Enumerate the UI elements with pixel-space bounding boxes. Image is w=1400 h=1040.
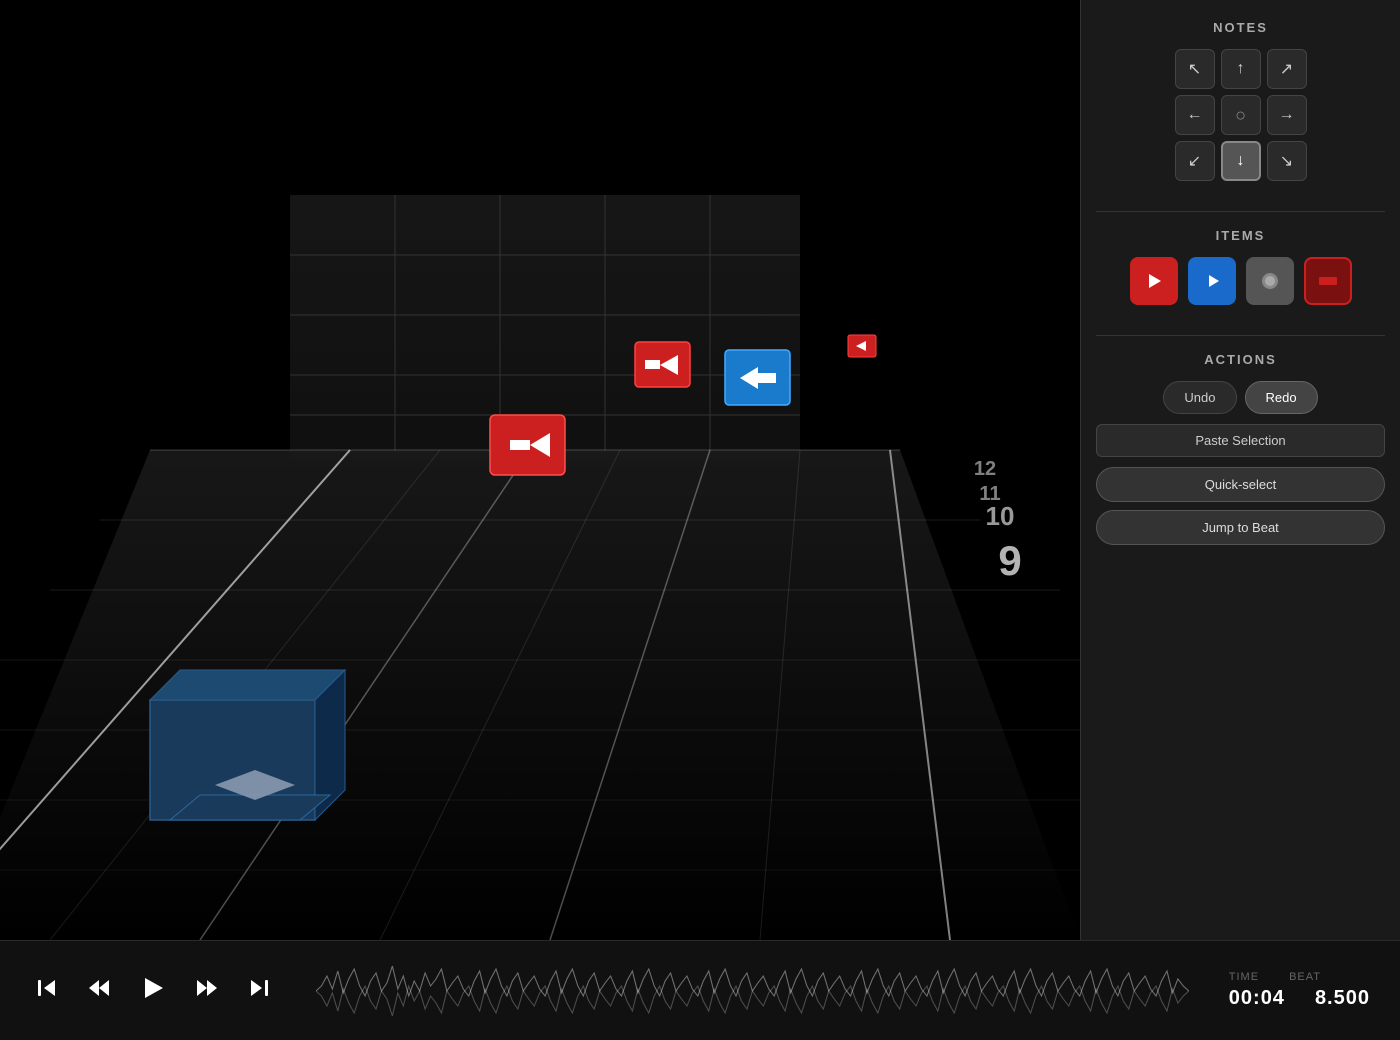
waveform-svg: // Inline waveform generation: [316, 961, 1189, 1021]
undo-button[interactable]: Undo: [1163, 381, 1236, 414]
note-btn-top-center[interactable]: ↑: [1221, 49, 1261, 89]
paste-selection-button[interactable]: Paste Selection: [1096, 424, 1385, 457]
right-panel: NOTES ↖ ↑ ↗ ← ○ → ↙ ↓ ↘ ITEMS ACTIO: [1080, 0, 1400, 940]
skip-back-button[interactable]: [30, 971, 64, 1011]
jump-to-beat-button[interactable]: Jump to Beat: [1096, 510, 1385, 545]
divider-1: [1096, 211, 1385, 212]
time-beat-values: 00:04 8.500: [1229, 987, 1370, 1010]
skip-forward-button[interactable]: [242, 971, 276, 1011]
note-btn-mid-right[interactable]: →: [1267, 95, 1307, 135]
item-btn-bomb[interactable]: [1246, 257, 1294, 305]
note-btn-top-right[interactable]: ↗: [1267, 49, 1307, 89]
svg-text:10: 10: [986, 501, 1015, 531]
note-btn-top-left[interactable]: ↖: [1175, 49, 1215, 89]
note-btn-bot-left[interactable]: ↙: [1175, 141, 1215, 181]
quick-select-button[interactable]: Quick-select: [1096, 467, 1385, 502]
beat-label: BEAT: [1289, 971, 1321, 983]
items-section-title: ITEMS: [1096, 228, 1385, 243]
svg-text:12: 12: [974, 458, 996, 480]
notes-grid: ↖ ↑ ↗ ← ○ → ↙ ↓ ↘: [1096, 49, 1385, 181]
note-btn-bot-right[interactable]: ↘: [1267, 141, 1307, 181]
bottom-bar: // Inline waveform generation TIME BEAT …: [0, 940, 1400, 1040]
svg-text:11: 11: [979, 483, 1000, 505]
beat-value: 8.500: [1315, 987, 1370, 1010]
time-label: TIME: [1229, 971, 1259, 983]
scene-view: 12 11 10 9: [0, 0, 1080, 940]
item-btn-red[interactable]: [1130, 257, 1178, 305]
items-row: [1096, 257, 1385, 305]
time-beat-display: TIME BEAT 00:04 8.500: [1199, 971, 1400, 1010]
item-btn-blue[interactable]: [1188, 257, 1236, 305]
item-btn-wall[interactable]: [1304, 257, 1352, 305]
notes-section-title: NOTES: [1096, 20, 1385, 35]
transport-controls: [0, 969, 306, 1013]
note-btn-mid-center[interactable]: ○: [1221, 95, 1261, 135]
time-value: 00:04: [1229, 987, 1285, 1010]
divider-2: [1096, 335, 1385, 336]
scene-svg: 12 11 10 9: [0, 0, 1080, 940]
actions-section-title: ACTIONS: [1096, 352, 1385, 367]
note-btn-bot-center[interactable]: ↓: [1221, 141, 1261, 181]
redo-button[interactable]: Redo: [1245, 381, 1318, 414]
note-btn-mid-left[interactable]: ←: [1175, 95, 1215, 135]
rewind-button[interactable]: [82, 971, 116, 1011]
svg-text:9: 9: [998, 537, 1021, 584]
play-button[interactable]: [134, 969, 172, 1013]
time-beat-labels: TIME BEAT: [1229, 971, 1370, 983]
fast-forward-button[interactable]: [190, 971, 224, 1011]
waveform-display[interactable]: // Inline waveform generation: [316, 961, 1189, 1021]
undo-redo-row: Undo Redo: [1096, 381, 1385, 414]
